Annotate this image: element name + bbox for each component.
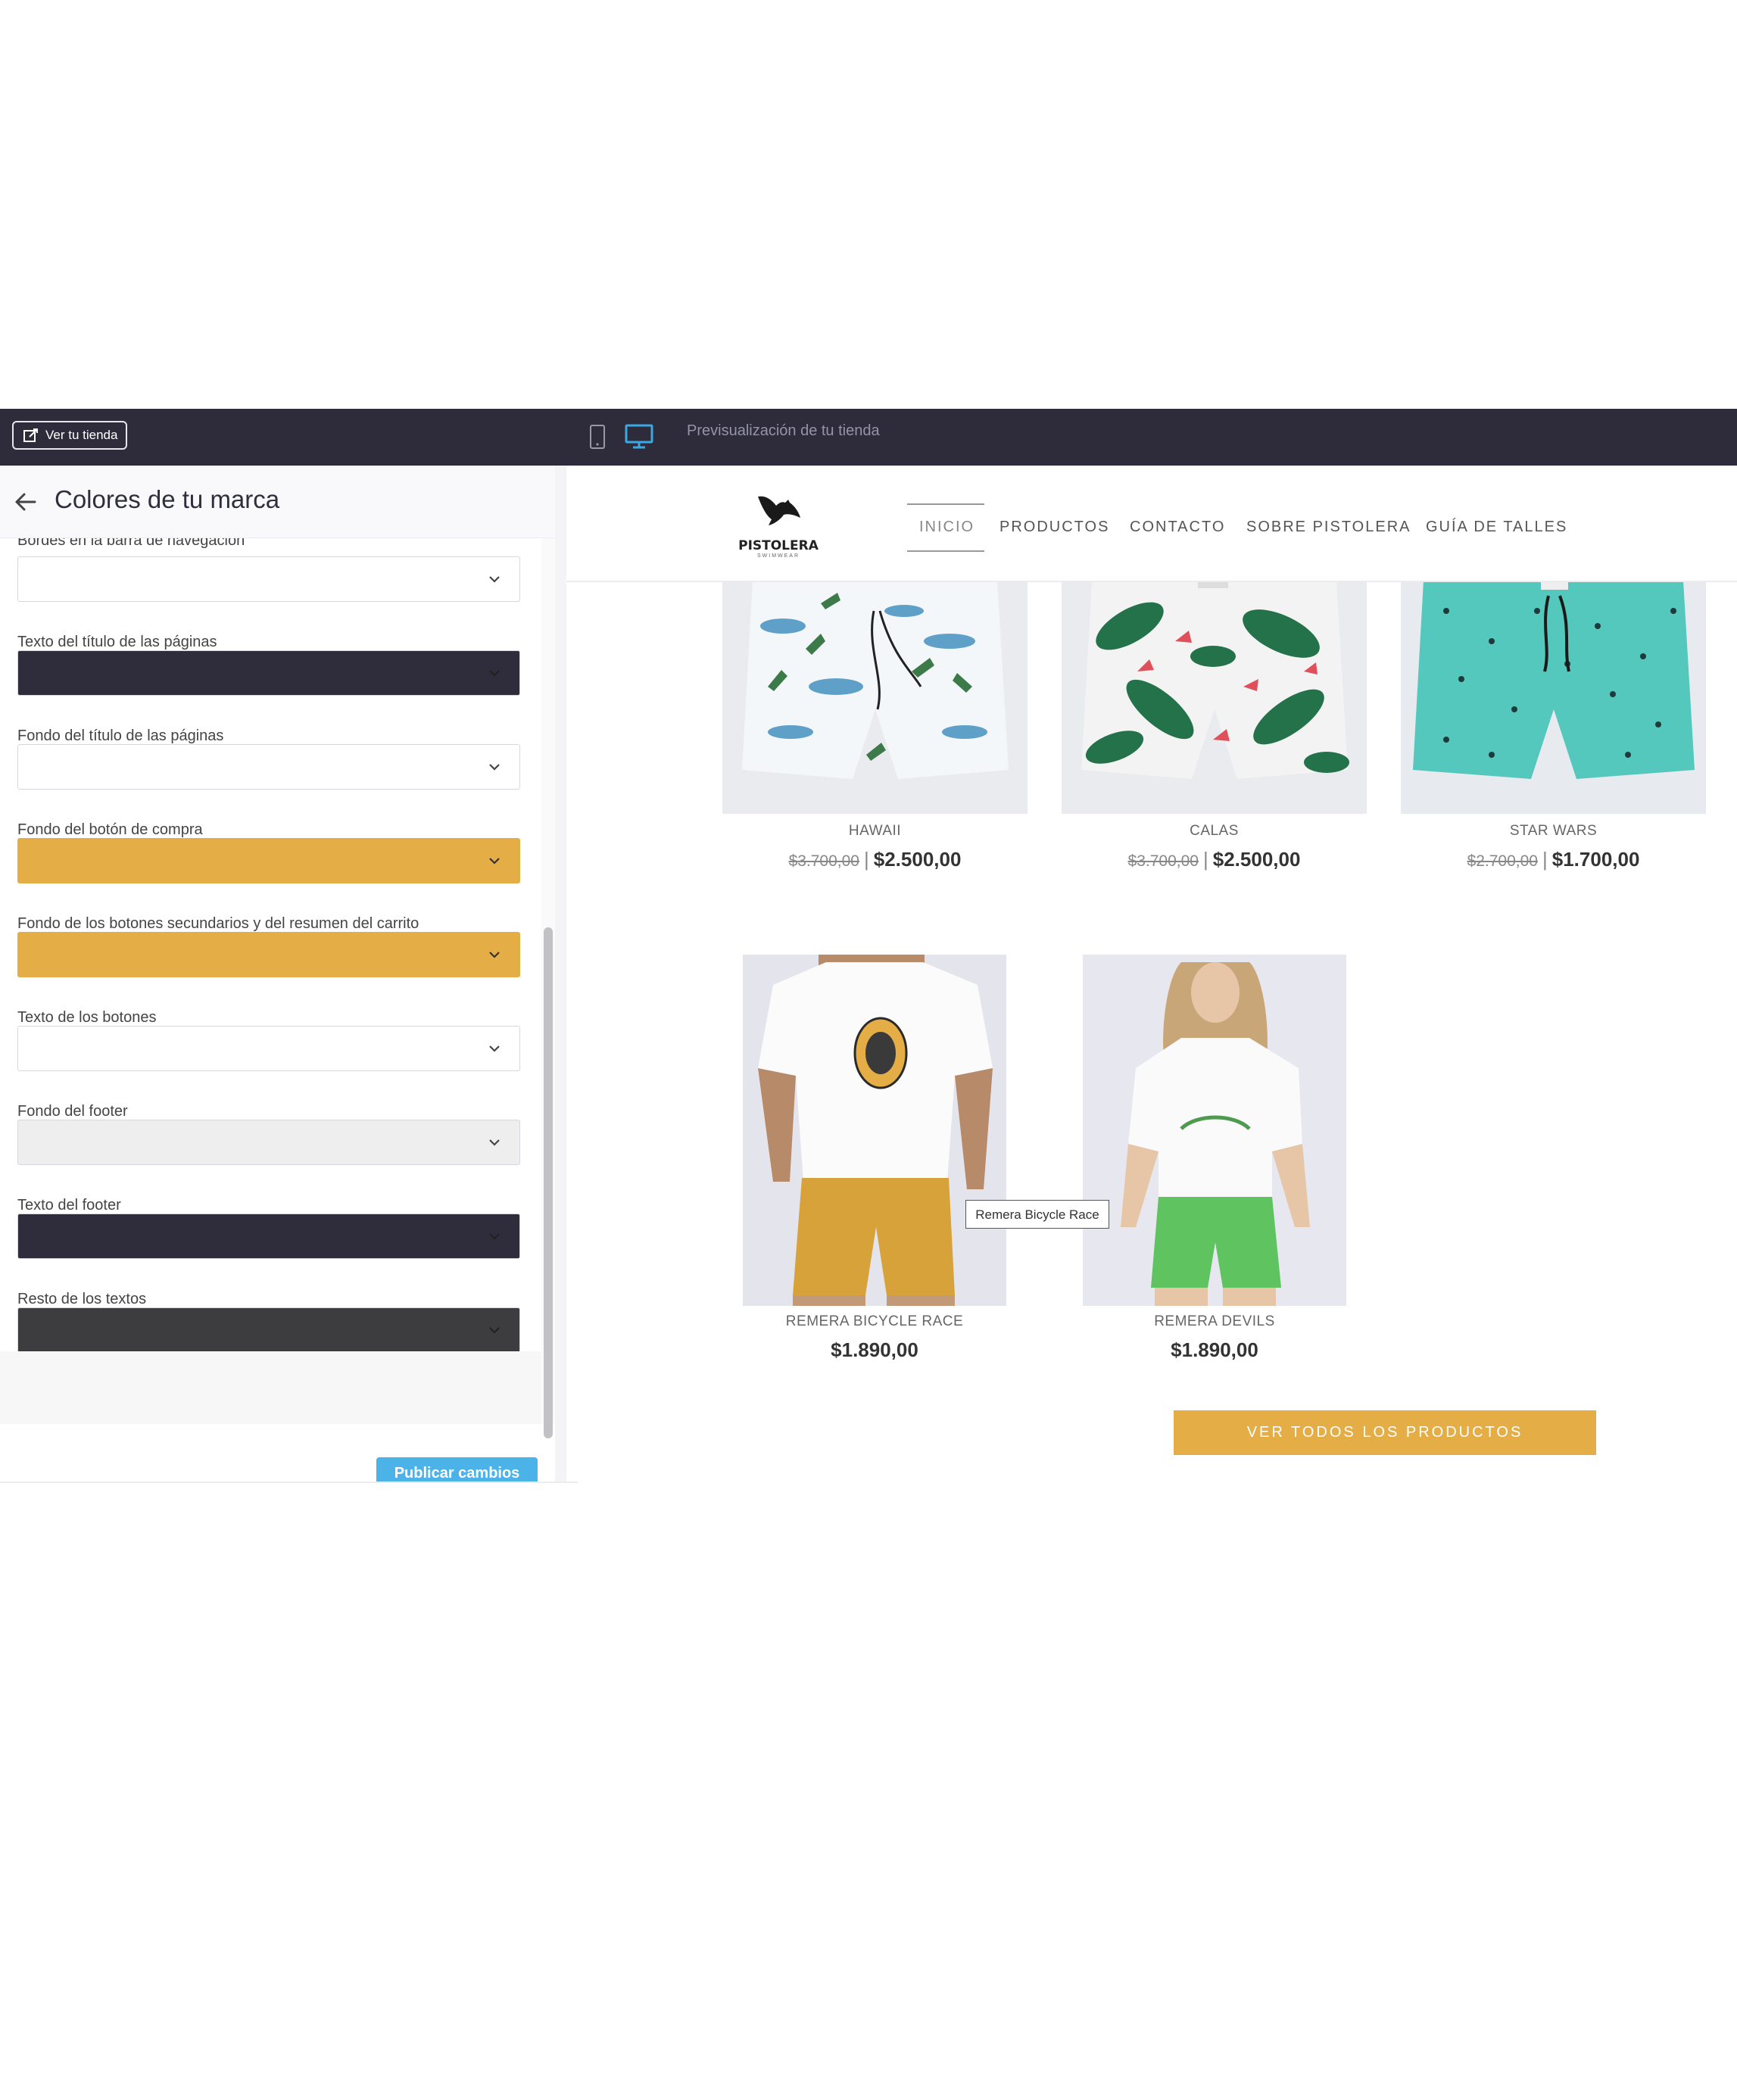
current-price: $2.500,00 xyxy=(873,848,962,871)
chevron-down-icon xyxy=(489,1327,500,1334)
brand-colors-panel: Colores de tu marca Bordes en la barra d… xyxy=(0,466,555,1482)
external-edit-icon xyxy=(23,428,38,442)
ver-tu-tienda-label: Ver tu tienda xyxy=(45,428,118,442)
nav-contacto[interactable]: CONTACTO xyxy=(1130,519,1225,536)
desktop-icon[interactable] xyxy=(625,424,653,450)
old-price: $3.700,00 xyxy=(788,852,859,870)
product-name[interactable]: HAWAII xyxy=(722,823,1028,840)
color-select[interactable] xyxy=(17,556,520,602)
field-label: Fondo del botón de compra xyxy=(17,821,203,838)
chevron-down-icon xyxy=(489,764,500,771)
old-price: $3.700,00 xyxy=(1127,852,1199,870)
current-price: $1.890,00 xyxy=(831,1338,918,1361)
panel-header: Colores de tu marca xyxy=(0,466,555,538)
current-price: $2.500,00 xyxy=(1212,848,1301,871)
shorts-star-wars-image xyxy=(1401,581,1706,814)
color-select[interactable] xyxy=(17,932,520,977)
product-name[interactable]: STAR WARS xyxy=(1401,823,1706,840)
field-label: Texto del título de las páginas xyxy=(17,634,217,650)
chevron-down-icon xyxy=(489,670,500,677)
field-label: Resto de los textos xyxy=(17,1291,147,1307)
product-price: $2.700,00 | $1.700,00 xyxy=(1401,848,1706,871)
nav-active-bottom-line xyxy=(907,550,984,552)
price-separator: | xyxy=(864,848,869,871)
field-label: Bordes en la barra de navegación xyxy=(17,538,245,549)
product-image-remera-devils[interactable] xyxy=(1083,955,1346,1306)
color-select[interactable] xyxy=(17,1120,520,1165)
color-select[interactable] xyxy=(17,650,520,696)
preview-label: Previsualización de tu tienda xyxy=(687,422,880,439)
shorts-calas-image xyxy=(1062,581,1367,814)
product-image-calas[interactable] xyxy=(1062,581,1367,814)
chevron-down-icon xyxy=(489,952,500,958)
field-label: Fondo del footer xyxy=(17,1103,128,1120)
product-name[interactable]: CALAS xyxy=(1062,823,1367,840)
panel-divider xyxy=(0,1482,578,1483)
product-price: $3.700,00 | $2.500,00 xyxy=(722,848,1028,871)
price-separator: | xyxy=(1542,848,1548,871)
view-all-products-button[interactable]: VER TODOS LOS PRODUCTOS xyxy=(1174,1410,1596,1455)
color-select[interactable] xyxy=(17,1026,520,1071)
chevron-down-icon xyxy=(489,1045,500,1052)
tshirt-bicycle-race-image xyxy=(743,955,1006,1306)
shorts-hawaii-image xyxy=(722,581,1028,814)
nav-productos[interactable]: PRODUCTOS xyxy=(999,519,1109,536)
chevron-down-icon xyxy=(489,1233,500,1240)
top-bar: Ver tu tienda Previsualización de tu tie… xyxy=(0,409,1737,466)
store-header: PISTOLERA SWIMWEAR INICIO PRODUCTOS CONT… xyxy=(566,466,1737,582)
nav-sobre-pistolera[interactable]: SOBRE PISTOLERA xyxy=(1246,519,1411,536)
logo-text: PISTOLERA xyxy=(738,538,819,553)
scrollbar-thumb[interactable] xyxy=(544,927,553,1438)
panel-list-end xyxy=(0,1351,541,1424)
color-select[interactable] xyxy=(17,1214,520,1259)
publish-button[interactable]: Publicar cambios xyxy=(376,1457,538,1482)
mobile-icon[interactable] xyxy=(589,424,606,450)
chevron-down-icon xyxy=(489,1139,500,1146)
back-arrow-icon[interactable] xyxy=(12,488,39,516)
nav-active-top-line xyxy=(907,503,984,505)
store-logo[interactable]: PISTOLERA SWIMWEAR xyxy=(737,492,820,572)
tshirt-devils-image xyxy=(1083,955,1346,1306)
eagle-icon xyxy=(758,496,800,525)
color-select[interactable] xyxy=(17,744,520,790)
field-label: Fondo de los botones secundarios y del r… xyxy=(17,915,419,932)
old-price: $2.700,00 xyxy=(1467,852,1538,870)
color-select[interactable] xyxy=(17,838,520,883)
product-name[interactable]: REMERA DEVILS xyxy=(1083,1313,1346,1330)
field-label: Texto de los botones xyxy=(17,1009,157,1026)
product-image-hawaii[interactable] xyxy=(722,581,1028,814)
product-price: $3.700,00 | $2.500,00 xyxy=(1062,848,1367,871)
chevron-down-icon xyxy=(489,576,500,583)
chevron-down-icon xyxy=(489,858,500,865)
nav-guia-de-talles[interactable]: GUÍA DE TALLES xyxy=(1426,519,1567,536)
nav-inicio[interactable]: INICIO xyxy=(919,519,975,536)
product-tooltip: Remera Bicycle Race xyxy=(965,1200,1109,1229)
current-price: $1.890,00 xyxy=(1171,1338,1258,1361)
product-image-remera-bicycle-race[interactable] xyxy=(743,955,1006,1306)
field-label: Texto del footer xyxy=(17,1197,121,1214)
preview-frame-edge xyxy=(555,466,566,1482)
logo-subtitle: SWIMWEAR xyxy=(756,553,800,559)
product-image-star-wars[interactable] xyxy=(1401,581,1706,814)
price-separator: | xyxy=(1203,848,1208,871)
current-price: $1.700,00 xyxy=(1551,848,1640,871)
ver-tu-tienda-button[interactable]: Ver tu tienda xyxy=(12,421,127,450)
panel-title: Colores de tu marca xyxy=(55,485,280,513)
color-select[interactable] xyxy=(17,1307,520,1353)
color-field-list[interactable]: Bordes en la barra de navegación Texto d… xyxy=(0,538,541,1424)
field-label: Fondo del título de las páginas xyxy=(17,728,224,744)
product-name[interactable]: REMERA BICYCLE RACE xyxy=(743,1313,1006,1330)
